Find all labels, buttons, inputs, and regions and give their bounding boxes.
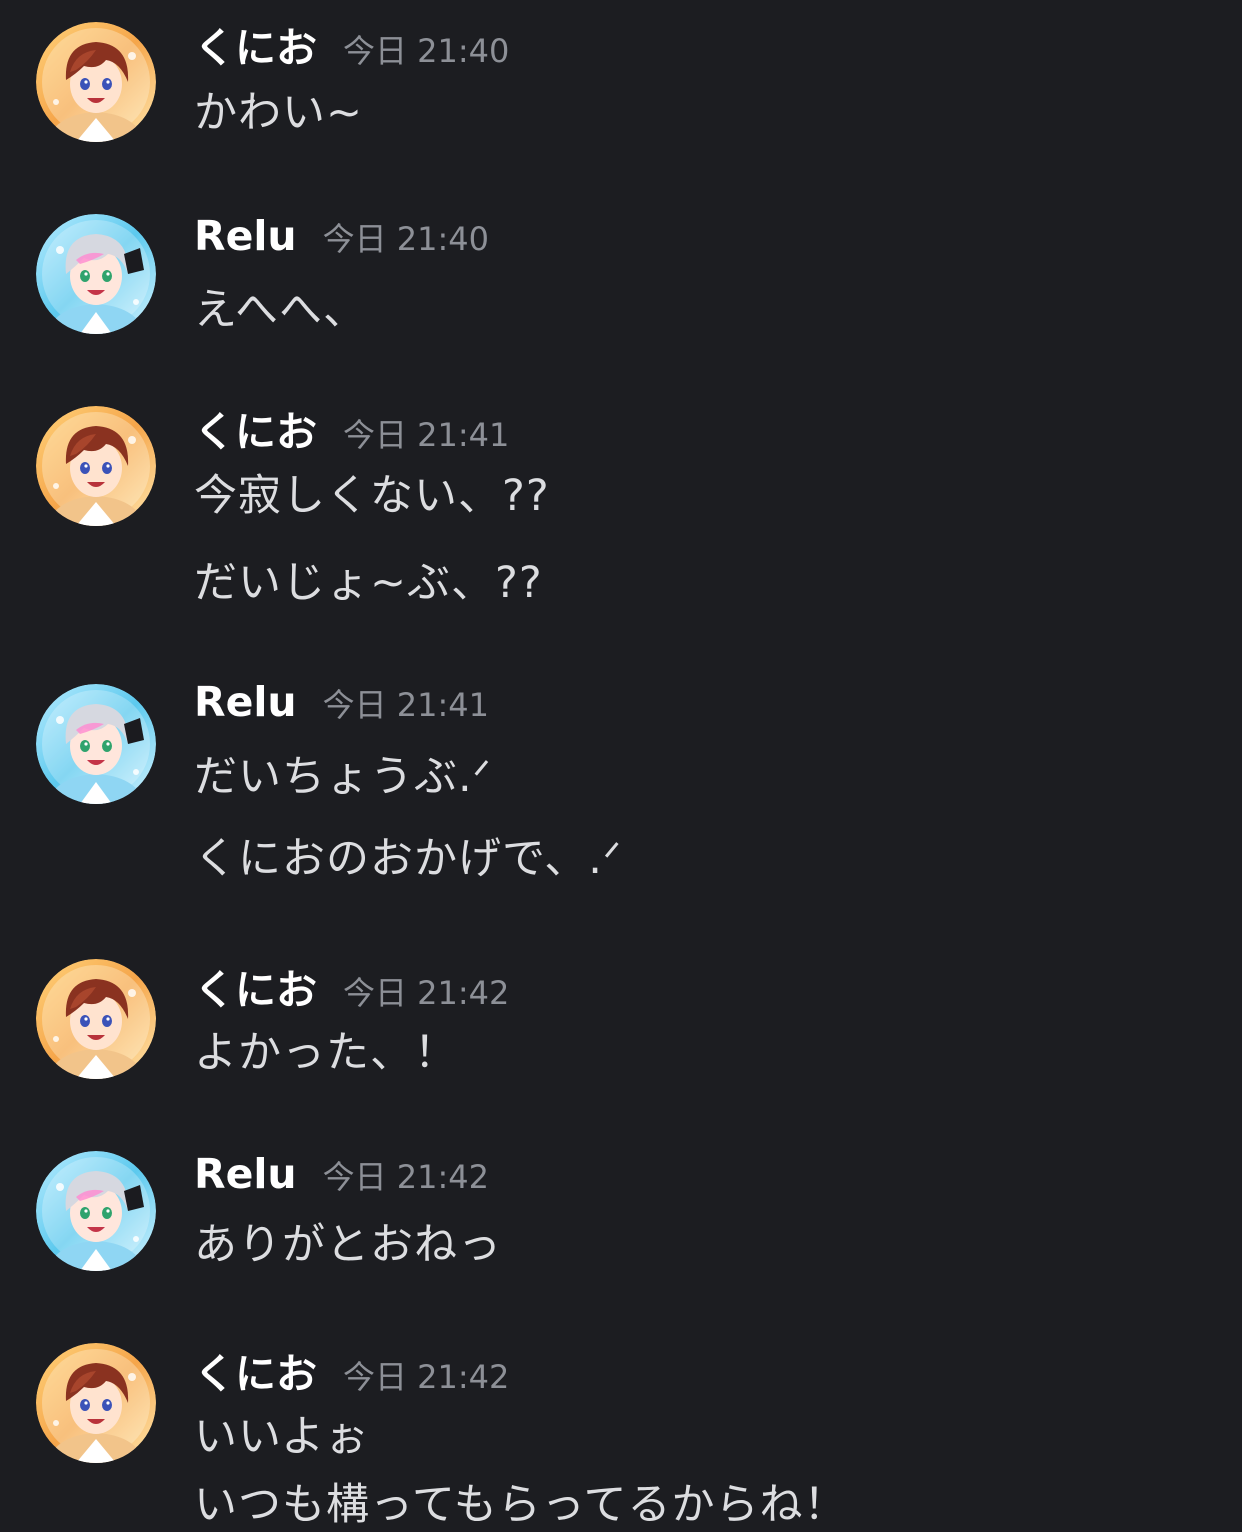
timestamp: 今日 21:41 [322,686,490,724]
message-text: くにおのおかげで、.ᐟ [194,834,623,884]
username[interactable]: Relu [194,678,297,726]
username[interactable]: Relu [194,212,297,260]
timestamp: 今日 21:40 [343,32,510,70]
message-header: くにお 今日 21:41 [194,398,509,458]
kunio-avatar-icon[interactable] [36,22,156,142]
timestamp: 今日 21:42 [343,974,510,1012]
timestamp: 今日 21:42 [322,1158,490,1196]
message-text: よかった、！ [194,1028,458,1078]
message-text: えへへ、 [194,285,367,335]
username[interactable]: くにお [194,398,317,458]
message-text: 今寂しくない、?? [194,471,550,521]
message-text: いつも構ってもらってるからね！ [194,1480,848,1530]
kunio-avatar-icon[interactable] [36,959,156,1079]
username[interactable]: くにお [194,14,317,74]
kunio-avatar-icon[interactable] [36,1343,156,1463]
message-text: だいちょうぶ.ᐟ [194,752,492,802]
message-text: ありがとおねっ [194,1220,502,1270]
timestamp: 今日 21:41 [343,416,510,454]
message-header: くにお 今日 21:42 [194,956,509,1016]
message-text: いいよぉ [194,1412,370,1462]
message-text: かわい~ [194,88,364,138]
message-header: くにお 今日 21:40 [194,14,509,74]
relu-avatar-icon[interactable] [36,684,156,804]
timestamp: 今日 21:42 [343,1358,510,1396]
username[interactable]: くにお [194,956,317,1016]
message-text: だいじょ~ぶ、?? [194,558,543,608]
relu-avatar-icon[interactable] [36,214,156,334]
message-header: Relu 今日 21:40 [194,212,489,260]
kunio-avatar-icon[interactable] [36,406,156,526]
username[interactable]: くにお [194,1340,317,1400]
message-header: くにお 今日 21:42 [194,1340,509,1400]
message-header: Relu 今日 21:41 [194,678,489,726]
timestamp: 今日 21:40 [322,220,490,258]
message-header: Relu 今日 21:42 [194,1150,489,1198]
username[interactable]: Relu [194,1150,297,1198]
relu-avatar-icon[interactable] [36,1151,156,1271]
